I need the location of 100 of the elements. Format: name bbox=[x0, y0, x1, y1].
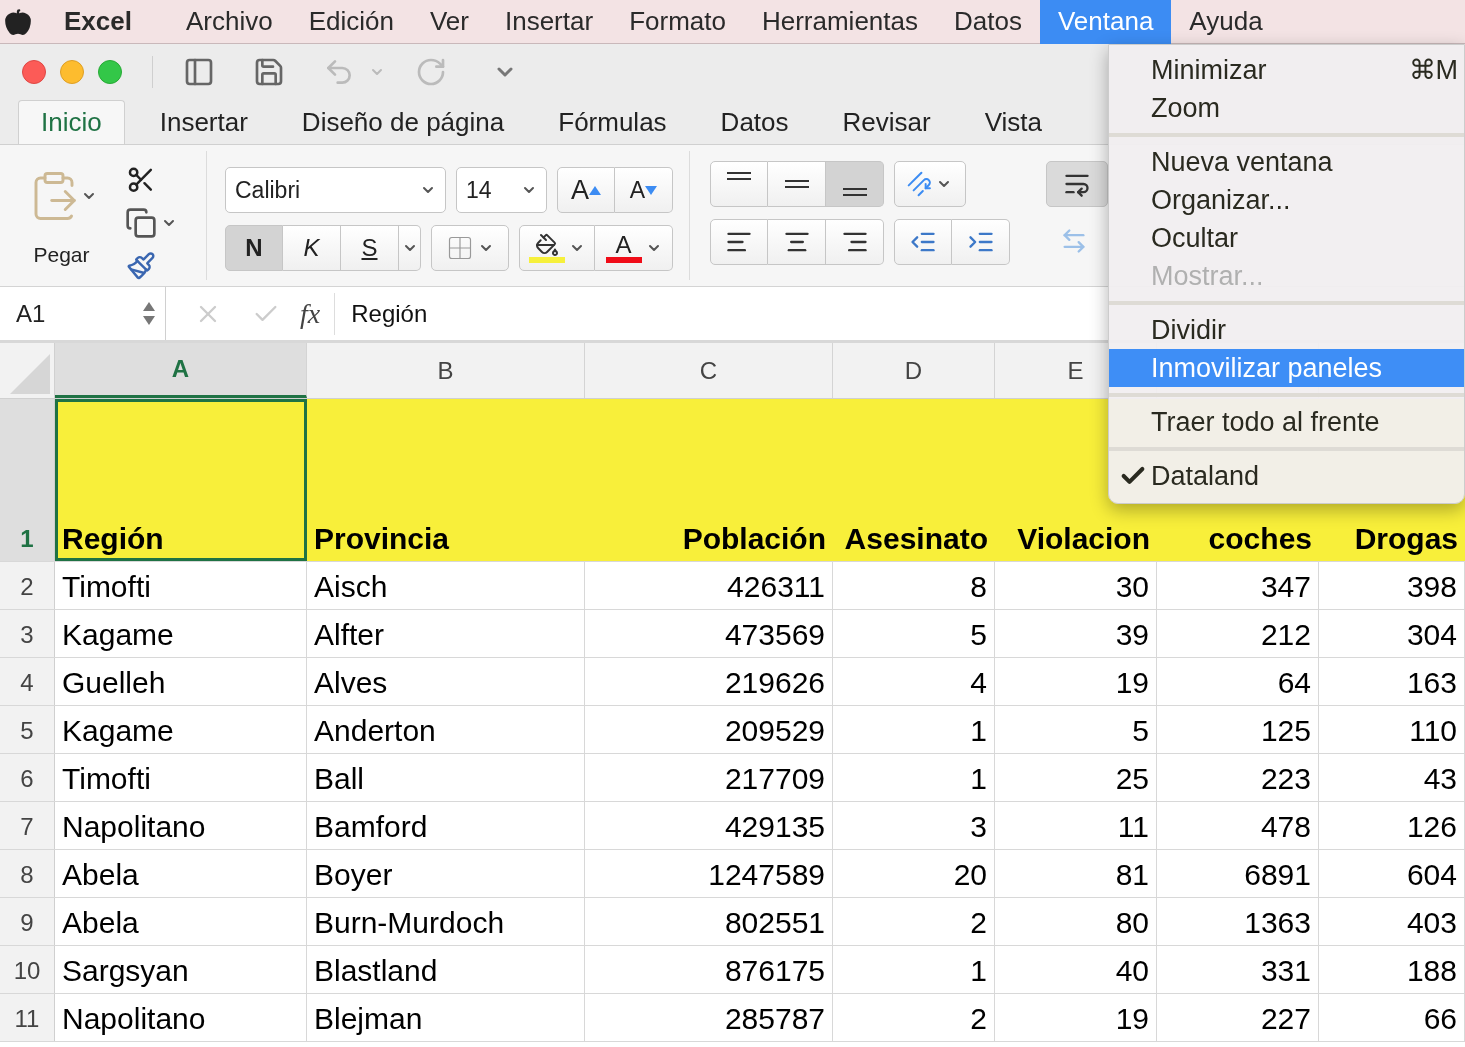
row-header[interactable]: 7 bbox=[0, 802, 55, 849]
table-cell: Sargsyan bbox=[55, 946, 307, 993]
menu-item[interactable]: Organizar... bbox=[1109, 181, 1464, 219]
menu-bar-item[interactable]: Edición bbox=[290, 0, 412, 44]
underline-button[interactable]: S bbox=[341, 225, 399, 271]
row-header[interactable]: 5 bbox=[0, 706, 55, 753]
table-cell: Burn-Murdoch bbox=[307, 898, 585, 945]
formula-input[interactable]: Región bbox=[351, 295, 428, 332]
table-cell: Ball bbox=[307, 754, 585, 801]
borders-icon bbox=[446, 234, 474, 262]
ribbon-tab[interactable]: Inicio bbox=[18, 100, 125, 144]
font-name-field[interactable]: Calibri bbox=[225, 167, 446, 213]
table-cell: 4 bbox=[833, 658, 995, 705]
table-cell: Timofti bbox=[55, 562, 307, 609]
menu-bar-item[interactable]: Ayuda bbox=[1171, 0, 1281, 44]
paint-bucket-icon bbox=[535, 233, 559, 257]
copy-icon[interactable] bbox=[125, 206, 157, 239]
table-cell: 209529 bbox=[585, 706, 833, 753]
table-cell: 403 bbox=[1319, 898, 1465, 945]
menu-bar-item[interactable]: Ver bbox=[411, 0, 487, 44]
italic-button[interactable]: K bbox=[283, 225, 341, 271]
table-cell: 285787 bbox=[585, 994, 833, 1041]
increase-font-size-button[interactable]: A bbox=[557, 167, 615, 213]
ribbon-tab[interactable]: Insertar bbox=[132, 100, 275, 144]
sidebar-icon[interactable] bbox=[183, 56, 215, 88]
table-cell: 163 bbox=[1319, 658, 1465, 705]
bold-button[interactable]: N bbox=[225, 225, 283, 271]
ribbon-tab[interactable]: Diseño de página bbox=[274, 100, 532, 144]
close-window-button[interactable] bbox=[22, 60, 46, 84]
align-left-button[interactable] bbox=[710, 219, 768, 265]
column-header[interactable]: C bbox=[585, 343, 833, 398]
save-icon[interactable] bbox=[253, 56, 285, 88]
font-color-button[interactable]: A bbox=[595, 225, 673, 271]
align-bottom-button[interactable] bbox=[826, 161, 884, 207]
table-cell: 6891 bbox=[1157, 850, 1319, 897]
align-top-button[interactable] bbox=[710, 161, 768, 207]
text-orientation-button[interactable] bbox=[894, 161, 966, 207]
row-header[interactable]: 11 bbox=[0, 994, 55, 1041]
table-cell: 212 bbox=[1157, 610, 1319, 657]
menu-item[interactable]: Zoom bbox=[1109, 89, 1464, 127]
increase-indent-button[interactable] bbox=[952, 219, 1010, 265]
paste-label[interactable]: Pegar bbox=[33, 239, 90, 271]
menu-bar-item[interactable]: Herramientas bbox=[743, 0, 936, 44]
format-painter-icon[interactable] bbox=[125, 250, 157, 280]
row-header[interactable]: 4 bbox=[0, 658, 55, 705]
column-header[interactable]: A bbox=[55, 343, 307, 398]
table-cell: 304 bbox=[1319, 610, 1465, 657]
table-cell: Napolitano bbox=[55, 802, 307, 849]
table-cell: 398 bbox=[1319, 562, 1465, 609]
menu-bar-item[interactable]: Insertar bbox=[486, 0, 612, 44]
row-header[interactable]: 10 bbox=[0, 946, 55, 993]
ribbon-tab[interactable]: Revisar bbox=[815, 100, 958, 144]
row-header[interactable]: 1 bbox=[0, 399, 55, 561]
row-header[interactable]: 9 bbox=[0, 898, 55, 945]
menu-bar-item[interactable]: Formato bbox=[611, 0, 744, 44]
align-right-button[interactable] bbox=[826, 219, 884, 265]
fill-color-button[interactable] bbox=[519, 225, 595, 271]
table-cell: 3 bbox=[833, 802, 995, 849]
menu-bar-item[interactable]: Archivo bbox=[167, 0, 291, 44]
menu-item[interactable]: Nueva ventana bbox=[1109, 143, 1464, 181]
align-middle-button[interactable] bbox=[768, 161, 826, 207]
table-cell: 5 bbox=[833, 610, 995, 657]
ribbon-tab[interactable]: Datos bbox=[693, 100, 816, 144]
table-cell: Kagame bbox=[55, 610, 307, 657]
up-arrow-icon bbox=[143, 302, 155, 311]
shortcut-label: ⌘M bbox=[1408, 53, 1458, 87]
decrease-font-size-button[interactable]: A bbox=[615, 167, 673, 213]
menu-item[interactable]: Ocultar bbox=[1109, 219, 1464, 257]
table-cell: Abela bbox=[55, 850, 307, 897]
table-cell: Kagame bbox=[55, 706, 307, 753]
font-size-field[interactable]: 14 bbox=[456, 167, 547, 213]
table-cell: Anderton bbox=[307, 706, 585, 753]
name-box[interactable]: A1 bbox=[0, 287, 166, 340]
table-cell: 81 bbox=[995, 850, 1157, 897]
borders-button[interactable] bbox=[431, 225, 509, 271]
decrease-indent-button[interactable] bbox=[894, 219, 952, 265]
header-cell: Población bbox=[585, 399, 833, 561]
row-header[interactable]: 3 bbox=[0, 610, 55, 657]
table-cell: 473569 bbox=[585, 610, 833, 657]
table-cell: 347 bbox=[1157, 562, 1319, 609]
table-cell: 20 bbox=[833, 850, 995, 897]
apple-logo-icon[interactable] bbox=[4, 7, 32, 36]
row-header[interactable]: 2 bbox=[0, 562, 55, 609]
row-header[interactable]: 6 bbox=[0, 754, 55, 801]
table-cell: 25 bbox=[995, 754, 1157, 801]
insert-function-button[interactable]: fx bbox=[300, 292, 336, 335]
header-cell: Región bbox=[55, 399, 307, 561]
caret-button[interactable] bbox=[399, 225, 421, 271]
menu-item[interactable]: Minimizar ⌘M bbox=[1109, 51, 1464, 89]
align-center-button[interactable] bbox=[768, 219, 826, 265]
wrap-text-button[interactable] bbox=[1046, 161, 1108, 207]
ribbon-tab[interactable]: Fórmulas bbox=[531, 100, 694, 144]
menu-bar-item[interactable]: Datos bbox=[936, 0, 1040, 44]
column-header[interactable]: B bbox=[307, 343, 585, 398]
row-header[interactable]: 8 bbox=[0, 850, 55, 897]
header-cell: Asesinato bbox=[833, 399, 995, 561]
app-menu[interactable]: Excel bbox=[64, 2, 132, 41]
ribbon-tab[interactable]: Vista bbox=[957, 100, 1069, 144]
column-header[interactable]: D bbox=[833, 343, 995, 398]
table-cell: Alves bbox=[307, 658, 585, 705]
